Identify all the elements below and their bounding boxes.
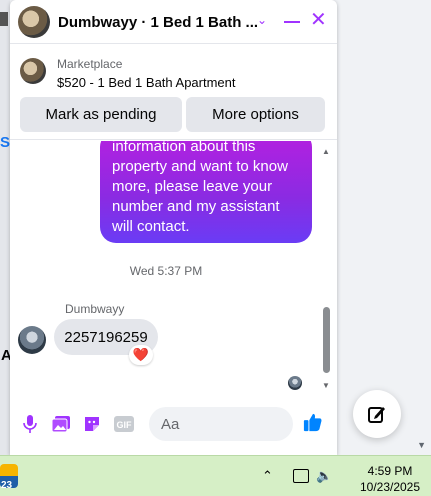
sender-name: Dumbwayy (65, 302, 125, 316)
listing-title[interactable]: $520 - 1 Bed 1 Bath Apartment (57, 75, 236, 90)
weather-icon[interactable]: 23 (0, 464, 18, 491)
background-page-edge (0, 0, 10, 455)
gif-icon[interactable]: GIF (114, 414, 134, 434)
mark-as-pending-button[interactable]: Mark as pending (20, 97, 182, 132)
message-timestamp: Wed 5:37 PM (129, 264, 203, 278)
marketplace-listing-panel: Marketplace $520 - 1 Bed 1 Bath Apartmen… (10, 44, 337, 140)
compose-icon (368, 407, 385, 423)
listing-thumbnail[interactable] (20, 58, 46, 84)
chat-avatar[interactable] (18, 6, 50, 38)
conversation-area[interactable]: information about this property and want… (10, 141, 337, 399)
new-message-button[interactable] (353, 390, 401, 438)
message-input-placeholder: Aa (161, 416, 180, 433)
scroll-up-arrow[interactable]: ▲ (322, 147, 330, 156)
message-input[interactable]: Aa (149, 407, 293, 441)
scroll-down-arrow[interactable]: ▼ (322, 381, 330, 390)
outgoing-message-text: information about this property and want… (112, 141, 288, 235)
background-text-s: S (0, 134, 11, 151)
more-options-button[interactable]: More options (186, 97, 325, 132)
background-right-pane (337, 0, 431, 455)
windows-taskbar: 23 ⌃ 🔈 4:59 PM 10/23/2025 (0, 455, 431, 496)
show-hidden-icons-icon[interactable]: ⌃ (262, 468, 273, 484)
seen-receipt-avatar (288, 376, 302, 390)
marketplace-label: Marketplace (57, 57, 123, 71)
weather-temperature: 23 (1, 480, 13, 491)
close-icon[interactable]: ✕ (310, 10, 327, 30)
sticker-icon[interactable] (82, 414, 102, 434)
background-thumbnail (0, 12, 8, 26)
chat-title[interactable]: Dumbwayy · 1 Bed 1 Bath ... (58, 14, 258, 31)
chevron-down-icon[interactable]: ⌄ (257, 13, 267, 27)
photo-icon[interactable] (51, 414, 71, 434)
heart-reaction-icon[interactable]: ❤️ (129, 345, 153, 365)
chat-header[interactable]: Dumbwayy · 1 Bed 1 Bath ... ⌄ ✕ (10, 0, 337, 44)
network-icon[interactable] (293, 469, 309, 483)
page-scroll-down-arrow[interactable]: ▼ (417, 440, 426, 450)
volume-icon[interactable]: 🔈 (316, 468, 332, 484)
taskbar-date[interactable]: 10/23/2025 (350, 480, 430, 494)
taskbar-time[interactable]: 4:59 PM (350, 464, 430, 478)
sender-avatar[interactable] (18, 326, 46, 354)
scrollbar-thumb[interactable] (323, 307, 330, 373)
outgoing-message-bubble[interactable]: information about this property and want… (100, 141, 312, 243)
thumbs-up-icon[interactable] (303, 412, 323, 432)
message-composer: GIF Aa (10, 400, 337, 450)
microphone-icon[interactable] (20, 414, 40, 434)
chat-window: Dumbwayy · 1 Bed 1 Bath ... ⌄ ✕ Marketpl… (10, 0, 337, 455)
minimize-icon[interactable] (284, 21, 300, 23)
gif-label: GIF (117, 420, 133, 430)
